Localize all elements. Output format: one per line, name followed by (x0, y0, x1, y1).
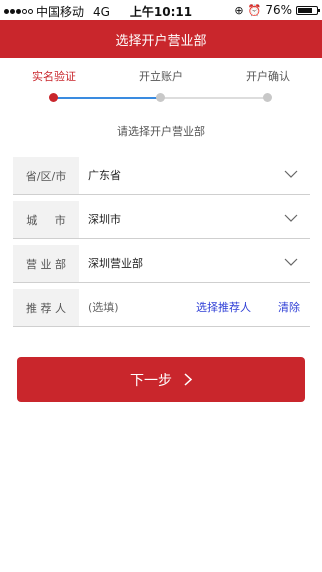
step-progress (54, 97, 160, 99)
next-step-button[interactable]: 下一步 (17, 357, 305, 402)
clear-referrer-link[interactable]: 清除 (278, 289, 300, 326)
alarm-icon: ⏰ (247, 3, 262, 17)
branch-label: 营 业 部 (13, 245, 79, 282)
chevron-right-icon (184, 373, 192, 386)
step-2-dot (156, 93, 165, 102)
nav-bar: 选择开户营业部 (0, 20, 322, 58)
select-branch-hint: 请选择开户营业部 (117, 125, 205, 138)
rotation-lock-icon: ⊕ (234, 3, 244, 17)
referrer-label: 推 荐 人 (13, 289, 79, 326)
step-3-label: 开户确认 (246, 70, 290, 83)
step-2-label: 开立账户 (139, 70, 183, 83)
province-value[interactable]: 广东省 (88, 157, 121, 194)
branch-form: 省/区/市 广东省 城 市 深圳市 营 业 部 深圳营业部 推 荐 人 (选填)… (13, 157, 310, 333)
page-title: 选择开户营业部 (115, 33, 207, 49)
step-1-dot (49, 93, 58, 102)
battery-percent: 76% (265, 3, 292, 17)
status-bar: 中国移动 4G 上午10:11 ⊕ ⏰ 76% (0, 0, 322, 20)
chevron-down-icon[interactable] (284, 170, 298, 178)
branch-value[interactable]: 深圳营业部 (88, 245, 143, 282)
status-right: ⊕ ⏰ 76% (234, 3, 320, 17)
step-3-dot (263, 93, 272, 102)
city-label: 城 市 (13, 201, 79, 238)
province-row[interactable]: 省/区/市 广东省 (13, 157, 310, 195)
chevron-down-icon[interactable] (284, 214, 298, 222)
chevron-down-icon[interactable] (284, 258, 298, 266)
next-step-label: 下一步 (130, 372, 172, 389)
battery-icon (296, 5, 320, 15)
referrer-row: 推 荐 人 (选填) 选择推荐人 清除 (13, 289, 310, 327)
city-row[interactable]: 城 市 深圳市 (13, 201, 310, 239)
city-value[interactable]: 深圳市 (88, 201, 121, 238)
province-label: 省/区/市 (13, 157, 79, 194)
branch-row[interactable]: 营 业 部 深圳营业部 (13, 245, 310, 283)
referrer-input[interactable]: (选填) (88, 289, 119, 326)
step-indicator: 实名验证 开立账户 开户确认 (0, 58, 322, 118)
step-1-label: 实名验证 (32, 70, 76, 83)
battery-fill (298, 7, 312, 13)
select-referrer-link[interactable]: 选择推荐人 (196, 289, 251, 326)
